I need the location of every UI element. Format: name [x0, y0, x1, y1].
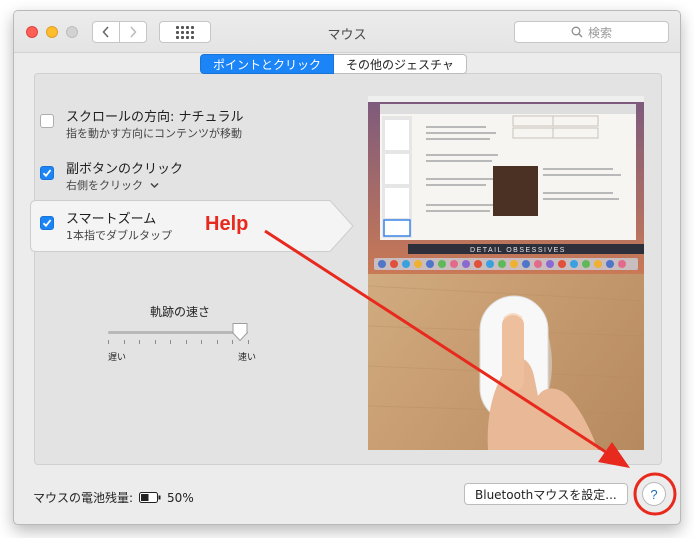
slider-knob[interactable]: [231, 322, 249, 342]
secondary-click-dropdown[interactable]: 右側をクリック: [66, 177, 159, 193]
search-field[interactable]: 検索: [514, 21, 669, 43]
help-annotation-label: Help: [205, 213, 249, 235]
option-secondary-click[interactable]: 副ボタンのクリック 右側をクリック: [30, 150, 340, 200]
option-smart-zoom[interactable]: スマートズーム 1本指でダブルタップ: [30, 200, 354, 252]
battery-label: マウスの電池残量:: [33, 491, 134, 505]
option-title: 副ボタンのクリック: [66, 162, 184, 177]
tracking-speed-slider[interactable]: [108, 323, 258, 350]
slider-tick: [217, 340, 218, 344]
tab-point-and-click[interactable]: ポイントとクリック: [200, 54, 335, 74]
smart-zoom-checkbox[interactable]: [40, 216, 54, 230]
option-subtitle: 1本指でダブルタップ: [66, 229, 172, 242]
search-placeholder: 検索: [587, 25, 612, 40]
title-bar: マウス 検索: [14, 11, 680, 53]
slider-tick: [155, 340, 156, 344]
slider-tick: [139, 340, 140, 344]
battery-value: 50%: [167, 490, 194, 505]
preview-banner-text: DETAIL OBSESSIVES: [470, 247, 566, 254]
tracking-speed-label: 軌跡の速さ: [150, 305, 211, 319]
tab-bar: ポイントとクリック その他のジェスチャ: [200, 54, 467, 74]
scroll-direction-checkbox[interactable]: [40, 114, 54, 128]
help-button[interactable]: ?: [642, 482, 666, 506]
slider-tick: [170, 340, 171, 344]
fast-label: 速い: [238, 353, 257, 363]
slow-label: 遅い: [108, 353, 127, 363]
slider-tick: [108, 340, 109, 344]
gesture-preview-image: DETAIL OBSESSIVES: [368, 96, 644, 450]
secondary-click-checkbox[interactable]: [40, 166, 54, 180]
checkmark-icon: [42, 169, 52, 178]
option-scroll-direction[interactable]: スクロールの方向: ナチュラル 指を動かす方向にコンテンツが移動: [30, 98, 340, 148]
option-subtitle: 右側をクリック: [66, 179, 143, 192]
option-subtitle: 指を動かす方向にコンテンツが移動: [66, 127, 242, 140]
battery-icon: [139, 492, 161, 503]
slider-tick: [124, 340, 125, 344]
tab-more-gestures[interactable]: その他のジェスチャ: [334, 54, 467, 74]
slider-track: [108, 331, 248, 334]
slider-tick: [201, 340, 202, 344]
search-icon: [571, 26, 583, 38]
option-title: スマートズーム: [66, 212, 157, 227]
slider-tick: [186, 340, 187, 344]
checkmark-icon: [42, 219, 52, 228]
setup-bluetooth-mouse-button[interactable]: Bluetoothマウスを設定...: [464, 483, 628, 505]
option-title: スクロールの方向: ナチュラル: [66, 110, 244, 125]
chevron-down-icon: [149, 182, 159, 189]
battery-status: マウスの電池残量: 50%: [33, 489, 194, 506]
